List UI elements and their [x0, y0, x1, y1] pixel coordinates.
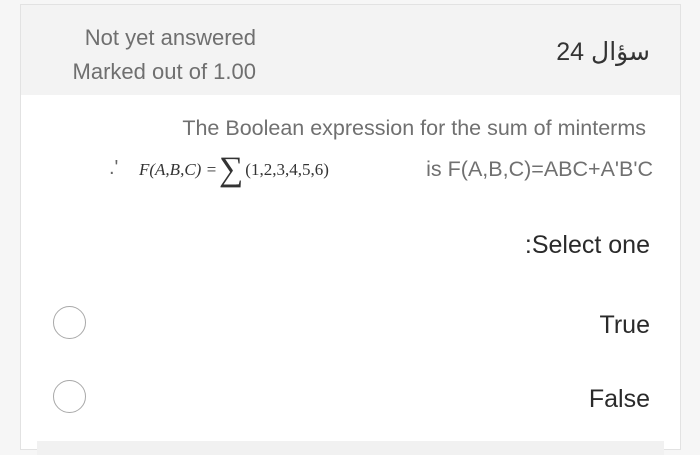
option-false-label[interactable]: False — [589, 385, 650, 414]
formula-args: (1,2,3,4,5,6) — [245, 160, 329, 179]
radio-false[interactable] — [53, 380, 86, 413]
bottom-divider — [37, 441, 664, 455]
option-true-label[interactable]: True — [600, 311, 650, 340]
question-info-panel: Not yet answered Marked out of 1.00 سؤال… — [21, 5, 680, 95]
question-card: Not yet answered Marked out of 1.00 سؤال… — [20, 4, 681, 455]
minterm-formula: F(A,B,C) =∑ (1,2,3,4,5,6) — [139, 151, 329, 189]
select-one-prompt: :Select one — [524, 231, 650, 259]
radio-true[interactable] — [53, 306, 86, 339]
question-text-line2: .' F(A,B,C) =∑ (1,2,3,4,5,6) is F(A,B,C)=… — [109, 149, 653, 189]
question-text-expression: is F(A,B,C)=ABC+A'B'C — [426, 157, 653, 181]
formula-lhs: F(A,B,C) = — [139, 160, 218, 179]
question-number: سؤال 24 — [556, 38, 650, 66]
sigma-symbol: ∑ — [219, 151, 244, 188]
question-text-line1: The Boolean expression for the sum of mi… — [182, 116, 646, 140]
option-false[interactable]: False — [21, 377, 680, 427]
question-marks: Marked out of 1.00 — [72, 59, 256, 84]
option-true[interactable]: True — [21, 303, 680, 353]
question-punctuation: .' — [109, 157, 119, 179]
answer-status: Not yet answered — [84, 25, 256, 50]
question-state: Not yet answered Marked out of 1.00 — [36, 21, 256, 89]
